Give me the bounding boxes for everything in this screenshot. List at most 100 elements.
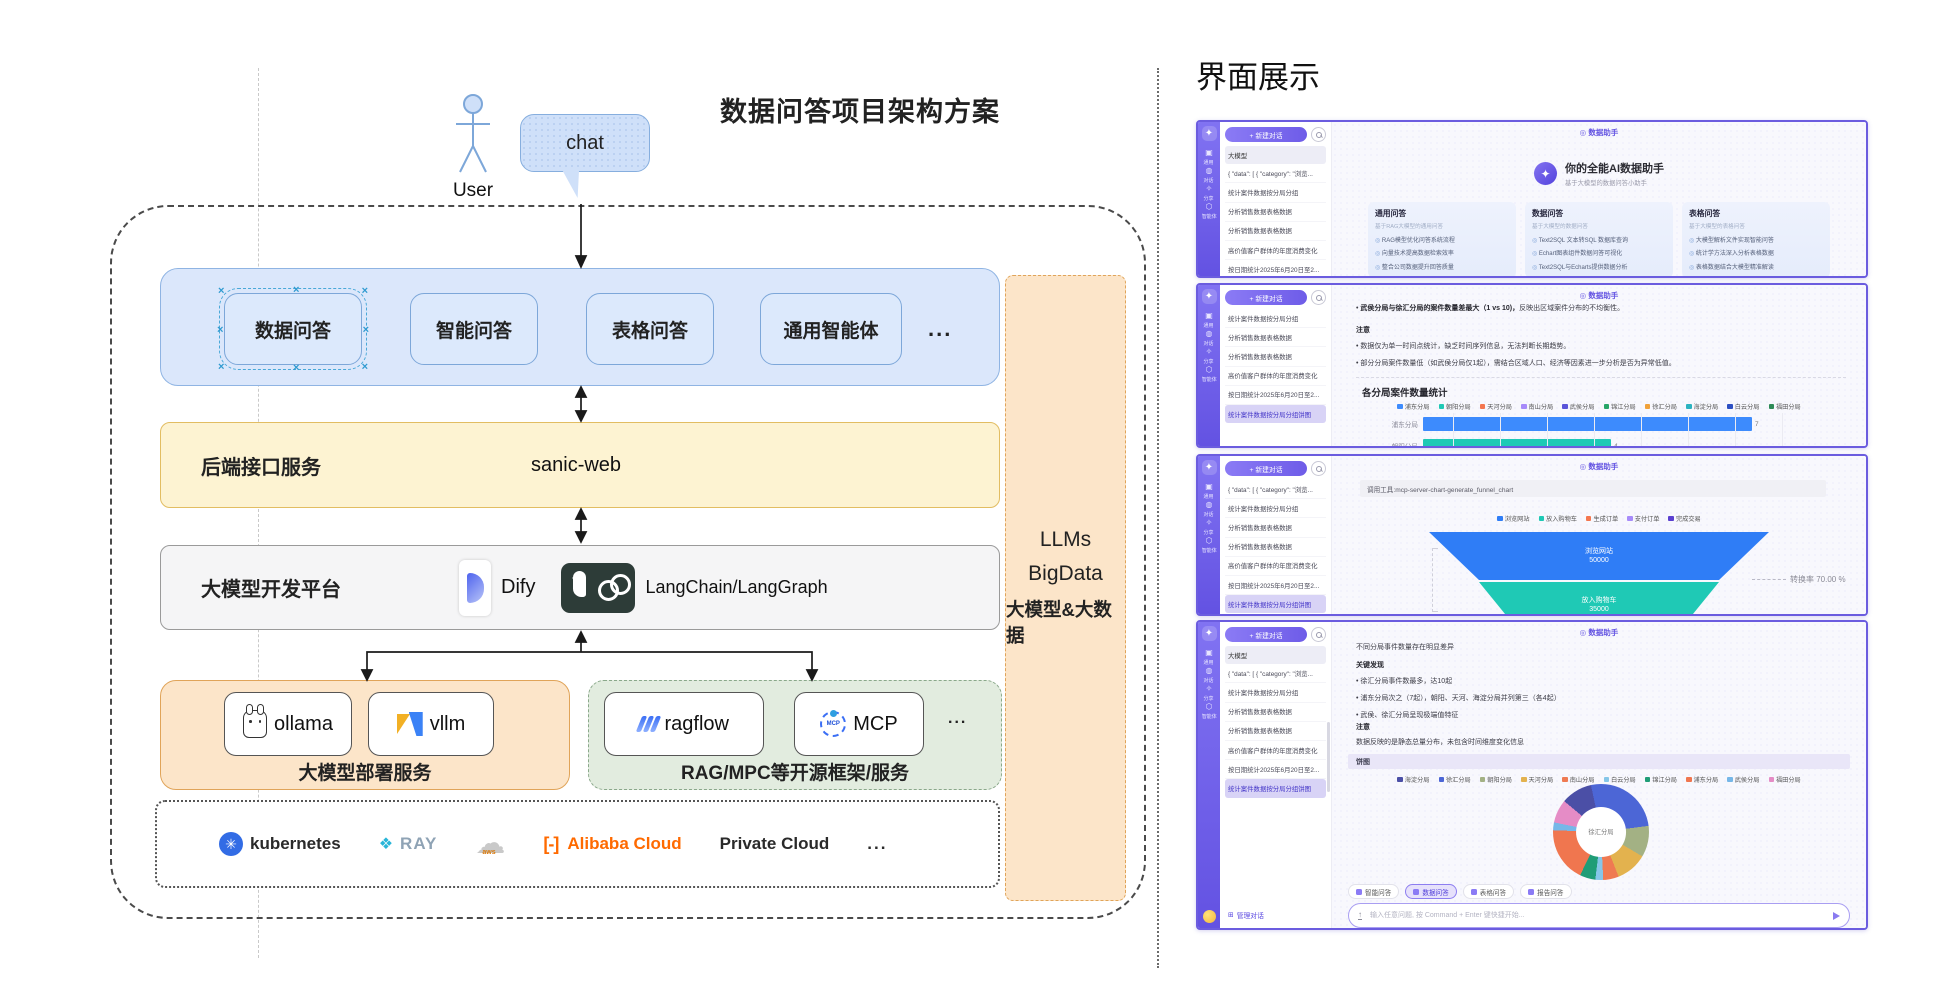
new-chat-button[interactable]: + 新建对话 <box>1225 290 1307 305</box>
suggestion-item[interactable]: RAG模型优化问答系统流程 <box>1375 235 1509 244</box>
sidebar-chat-item[interactable]: 按日期统计2025年6月20日至2... <box>1225 260 1326 276</box>
upload-icon[interactable]: ↑ <box>1358 911 1362 920</box>
sidebar-chat-item[interactable]: 统计案件数据按分局分组饼图 <box>1225 779 1326 798</box>
sidebar-chat-item[interactable]: 高价值客户群体的年度消费变化 <box>1225 557 1326 576</box>
legend-item[interactable]: 白云分局 <box>1727 402 1760 411</box>
bar-chart-plot: 浦东分局7朝阳分局4 <box>1362 413 1840 446</box>
sidebar-chat-item[interactable]: 分析销售数据表格数据 <box>1225 203 1326 222</box>
legend-item[interactable]: 武侯分局 <box>1562 402 1595 411</box>
sidebar-chat-item[interactable]: { "data": [ { "category": "浏览... <box>1225 664 1326 684</box>
app-logo-icon[interactable]: ✦ <box>1201 460 1217 475</box>
sidebar-chat-item[interactable]: 按日期统计2025年6月20日至2... <box>1225 576 1326 596</box>
search-icon[interactable] <box>1311 127 1326 142</box>
sidebar-chat-item[interactable]: 高价值客户群体的年度消费变化 <box>1225 367 1326 386</box>
suggestion-item[interactable]: 整合公司数据提升回答质量 <box>1375 262 1509 271</box>
new-chat-button[interactable]: + 新建对话 <box>1225 627 1307 642</box>
legend-item[interactable]: 生成订单 <box>1585 514 1618 523</box>
legend-item[interactable]: 南山分局 <box>1521 402 1553 411</box>
rail-item-对话[interactable]: ◍ 对话 <box>1201 329 1218 347</box>
search-icon[interactable] <box>1311 290 1326 305</box>
sidebar-chat-item[interactable]: 分析销售数据表格数据 <box>1225 722 1326 741</box>
sidebar-chat-item[interactable]: 高价值客户群体的年度消费变化 <box>1225 241 1326 261</box>
rail-item-通用[interactable]: ▣ 通用 <box>1201 311 1218 329</box>
mode-chip-智能问答[interactable]: 智能问答 <box>1348 884 1400 899</box>
mode-chip-表格问答[interactable]: 表格问答 <box>1462 884 1515 899</box>
search-icon[interactable] <box>1311 627 1326 642</box>
sidebar-chat-item[interactable]: 分析销售数据表格数据 <box>1225 538 1326 557</box>
rail-item-对话[interactable]: ◍ 对话 <box>1201 666 1218 684</box>
sidebar-chat-item[interactable]: 统计案件数据按分局分组 <box>1225 309 1326 329</box>
rail-item-智能体[interactable]: ⬡ 智能体 <box>1201 365 1218 383</box>
sidebar-chat-item[interactable]: 统计案件数据按分局分组饼图 <box>1225 404 1326 424</box>
pie-section-bar[interactable]: 饼图 <box>1348 754 1850 769</box>
legend-item[interactable]: 朝阳分局 <box>1438 402 1471 411</box>
legend-item[interactable]: 支付订单 <box>1627 514 1659 523</box>
rail-item-通用[interactable]: ▣ 通用 <box>1201 482 1218 500</box>
rail-item-通用[interactable]: ▣ 通用 <box>1201 648 1218 666</box>
sidebar-chat-item[interactable]: 分析销售数据表格数据 <box>1225 347 1326 367</box>
sidebar-chat-item[interactable]: { "data": [ { "category": "浏览... <box>1225 164 1326 184</box>
legend-item[interactable]: 浦东分局 <box>1397 402 1430 411</box>
legend-item[interactable]: 天河分局 <box>1479 402 1512 411</box>
legend-item[interactable]: 锦江分局 <box>1603 402 1636 411</box>
sidebar-chat-item[interactable]: 统计案件数据按分局分组饼图 <box>1225 595 1326 614</box>
legend-item[interactable]: 武侯分局 <box>1727 775 1760 784</box>
send-icon[interactable] <box>1833 911 1840 920</box>
legend-item[interactable]: 浏览网站 <box>1497 514 1530 523</box>
suggestion-item[interactable]: 大模型解析文件实现智能问答 <box>1689 235 1823 244</box>
rail-item-通用[interactable]: ▣ 通用 <box>1201 148 1218 166</box>
suggestion-item[interactable]: Text2SQL 文本转SQL 数据库查询 <box>1532 235 1666 244</box>
suggestion-item[interactable]: Echart图表组件数据问答可视化 <box>1532 248 1666 257</box>
sidebar-chat-item[interactable]: 分析销售数据表格数据 <box>1225 222 1326 241</box>
app-logo-icon[interactable]: ✦ <box>1201 126 1217 141</box>
legend-item[interactable]: 浦东分局 <box>1686 775 1718 784</box>
sidebar-chat-item[interactable]: 高价值客户群体的年度消费变化 <box>1225 741 1326 761</box>
scrollbar[interactable] <box>1327 722 1330 792</box>
sidebar-chat-item[interactable]: 分析销售数据表格数据 <box>1225 328 1326 348</box>
legend-item[interactable]: 放入购物车 <box>1538 514 1577 523</box>
legend-item[interactable]: 徐汇分局 <box>1644 402 1677 411</box>
legend-item[interactable]: 完成交易 <box>1668 514 1701 523</box>
legend-item[interactable]: 海淀分局 <box>1397 775 1430 784</box>
sidebar-chat-item[interactable]: 统计案件数据按分局分组 <box>1225 499 1326 519</box>
suggestion-item[interactable]: 统计学方法深入分析表格数据 <box>1689 248 1823 257</box>
app-logo-icon[interactable]: ✦ <box>1201 626 1217 641</box>
legend-item[interactable]: 福田分局 <box>1768 775 1801 784</box>
rail-item-对话[interactable]: ◍ 对话 <box>1201 500 1218 518</box>
suggestion-item[interactable]: 表格数据结合大模型精准解读 <box>1689 262 1823 271</box>
rail-item-分享[interactable]: ✧ 分享 <box>1201 518 1218 536</box>
message-input[interactable] <box>1368 911 1827 920</box>
mode-chip-报告问答[interactable]: 报告问答 <box>1520 884 1572 899</box>
sidebar-chat-item[interactable]: 分析销售数据表格数据 <box>1225 518 1326 538</box>
new-chat-button[interactable]: + 新建对话 <box>1225 127 1307 142</box>
rail-item-分享[interactable]: ✧ 分享 <box>1201 347 1218 365</box>
new-chat-button[interactable]: + 新建对话 <box>1225 461 1307 476</box>
rail-item-分享[interactable]: ✧ 分享 <box>1201 684 1218 702</box>
suggestion-item[interactable]: 向量技术提高数据检索效率 <box>1375 248 1509 257</box>
legend-item[interactable]: 朝阳分局 <box>1479 775 1512 784</box>
legend-item[interactable]: 天河分局 <box>1521 775 1553 784</box>
legend-item[interactable]: 白云分局 <box>1603 775 1636 784</box>
app-logo-icon[interactable]: ✦ <box>1201 289 1217 304</box>
sidebar-chat-item[interactable]: 分析销售数据表格数据 <box>1225 703 1326 722</box>
legend-item[interactable]: 南山分局 <box>1562 775 1595 784</box>
sidebar-chat-item[interactable]: 统计案件数据按分局分组 <box>1225 683 1326 703</box>
legend-item[interactable]: 徐汇分局 <box>1438 775 1471 784</box>
legend-item[interactable]: 锦江分局 <box>1644 775 1677 784</box>
suggestion-item[interactable]: Text2SQL与Echarts提供数据分析 <box>1532 262 1666 271</box>
rail-item-分享[interactable]: ✧ 分享 <box>1201 184 1218 202</box>
user-avatar[interactable] <box>1202 910 1216 923</box>
legend-item[interactable]: 海淀分局 <box>1686 402 1718 411</box>
mode-chip-数据问答[interactable]: 数据问答 <box>1405 884 1457 899</box>
legend-item[interactable]: 福田分局 <box>1768 402 1801 411</box>
rail-item-智能体[interactable]: ⬡ 智能体 <box>1201 702 1218 720</box>
manage-chats-button[interactable]: 管理对话 <box>1228 910 1264 920</box>
sidebar-chat-item[interactable]: 按日期统计2025年6月20日至2... <box>1225 386 1326 405</box>
search-icon[interactable] <box>1311 461 1326 476</box>
sidebar-chat-item[interactable]: 按日期统计2025年6月20日至2... <box>1225 760 1326 780</box>
rail-item-对话[interactable]: ◍ 对话 <box>1201 166 1218 184</box>
rail-item-智能体[interactable]: ⬡ 智能体 <box>1201 202 1218 220</box>
sidebar-chat-item[interactable]: 统计案件数据按分局分组 <box>1225 183 1326 203</box>
sidebar-chat-item[interactable]: { "data": [ { "category": "浏览... <box>1225 480 1326 500</box>
rail-item-智能体[interactable]: ⬡ 智能体 <box>1201 536 1218 554</box>
